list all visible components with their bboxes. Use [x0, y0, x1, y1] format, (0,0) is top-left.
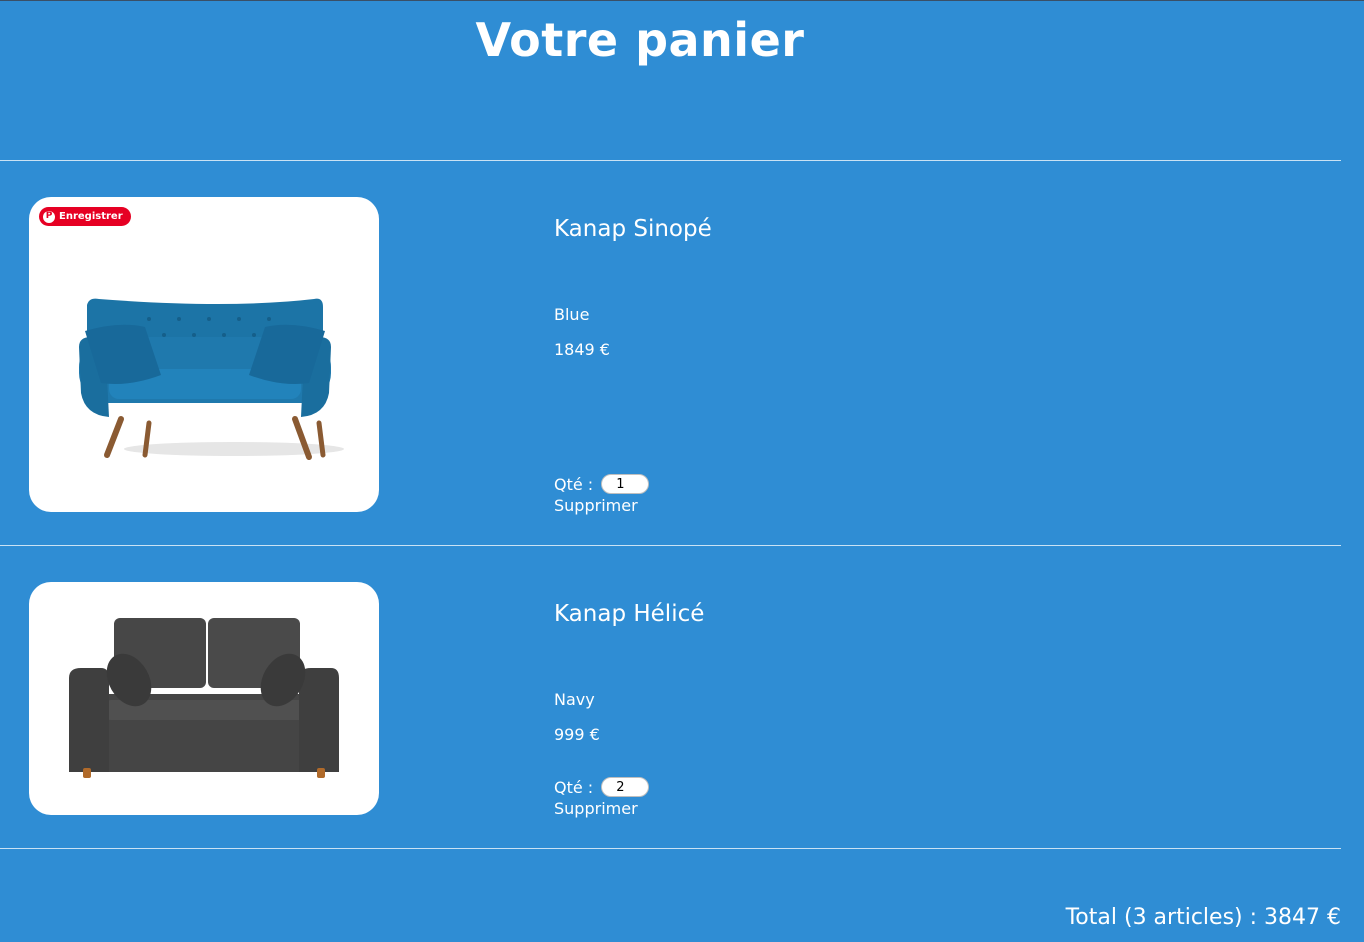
product-color: Navy — [554, 690, 595, 709]
product-price: 1849 € — [554, 340, 610, 359]
product-name: Kanap Hélicé — [554, 601, 705, 627]
pinterest-icon: P — [43, 210, 55, 223]
delete-item-button[interactable]: Supprimer — [554, 799, 638, 818]
product-color: Blue — [554, 305, 590, 324]
product-name: Kanap Sinopé — [554, 216, 712, 242]
product-price: 999 € — [554, 725, 600, 744]
divider — [0, 848, 1341, 849]
quantity-row: Qté : — [554, 777, 650, 797]
quantity-row: Qté : — [554, 474, 650, 494]
product-image[interactable]: P Enregistrer — [29, 197, 379, 512]
pinterest-save-button[interactable]: P Enregistrer — [39, 207, 131, 226]
pinterest-save-label: Enregistrer — [59, 211, 123, 222]
blue-sofa-image — [79, 298, 344, 460]
page-title: Votre panier — [475, 13, 805, 67]
product-image[interactable] — [29, 582, 379, 815]
cart-item: P Enregistrer Kanap Sinopé Blue 1849 € Q… — [0, 161, 1341, 546]
quantity-input[interactable] — [601, 474, 650, 494]
quantity-input[interactable] — [601, 777, 650, 797]
delete-item-button[interactable]: Supprimer — [554, 496, 638, 515]
cart-item: Kanap Hélicé Navy 999 € Qté : Supprimer — [0, 546, 1341, 849]
cart-total: Total (3 articles) : 3847 € — [1065, 905, 1341, 930]
grey-sofa-image — [69, 618, 339, 778]
quantity-label: Qté : — [554, 777, 594, 797]
quantity-label: Qté : — [554, 474, 594, 494]
